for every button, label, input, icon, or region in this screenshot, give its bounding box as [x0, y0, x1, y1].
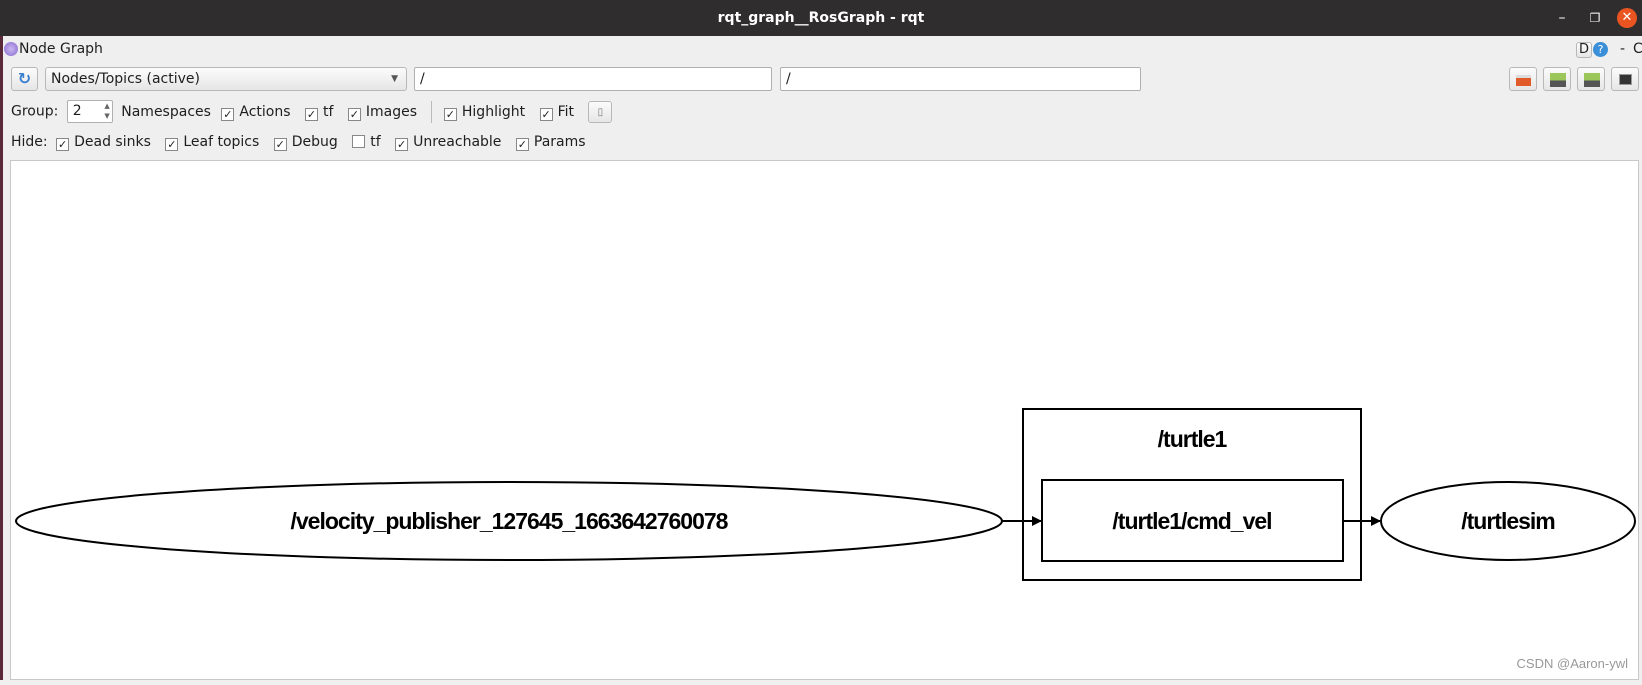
group-label: Group: [11, 103, 59, 120]
options-row: Group: 2 ▲ ▼ Namespaces ✓ Actions ✓ tf ✓ Imag… [11, 100, 613, 123]
help-icon[interactable]: ? [1593, 42, 1608, 57]
topic-cmd-vel[interactable]: /turtle1/cmd_vel [1041, 479, 1344, 562]
fit-in-view-button[interactable]: ▯ [588, 100, 613, 123]
window-title-bar: rqt_graph__RosGraph - rqt [0, 0, 1642, 36]
checkbox-empty[interactable] [352, 135, 366, 148]
window-title: rqt_graph__RosGraph - rqt [717, 10, 925, 26]
checkbox-label: Debug [291, 134, 338, 150]
node-velocity-publisher[interactable]: /velocity_publisher_127645_1663642760078 [15, 481, 1003, 561]
checkbox-hide-tf[interactable]: tf [352, 134, 381, 150]
checkbox-actions[interactable]: ✓ Actions [221, 103, 291, 121]
namespace-label: /turtle1 [1158, 426, 1228, 452]
check-icon[interactable]: ✓ [443, 107, 457, 121]
checkbox-highlight[interactable]: ✓ Highlight [443, 103, 526, 121]
checkbox-label: Dead sinks [74, 134, 151, 150]
refresh-button[interactable]: ↻ [11, 67, 38, 91]
checkbox-label: Leaf topics [183, 134, 260, 150]
check-icon[interactable]: ✓ [304, 107, 318, 121]
close-plugin-button[interactable]: C [1633, 40, 1642, 58]
spin-arrows-icon[interactable]: ▲ ▼ [104, 101, 109, 121]
checkbox-unreachable[interactable]: ✓ Unreachable [395, 134, 502, 151]
checkbox-label: tf [322, 103, 334, 120]
checkbox-label: Actions [239, 103, 291, 120]
namespaces-label: Namespaces [121, 103, 211, 120]
check-icon[interactable]: ✓ [395, 138, 409, 151]
node-filter-input[interactable]: / [414, 67, 772, 91]
node-turtlesim[interactable]: /turtlesim [1380, 481, 1636, 561]
minimize-plugin-button[interactable]: - [1620, 40, 1625, 58]
view-mode-select[interactable]: Nodes/Topics (active) ▼ [45, 67, 407, 91]
plugin-icon [4, 42, 18, 56]
checkbox-images[interactable]: ✓ Images [347, 103, 417, 121]
screenshot-button[interactable] [1611, 67, 1639, 91]
checkbox-label: Highlight [461, 103, 526, 120]
refresh-icon: ↻ [17, 69, 32, 88]
window-border [0, 36, 3, 680]
checkbox-tf[interactable]: ✓ tf [304, 103, 334, 121]
check-icon[interactable]: ✓ [273, 138, 287, 151]
topic-label: /turtle1/cmd_vel [1112, 508, 1271, 534]
separator [431, 100, 433, 123]
dock-button[interactable]: D [1576, 42, 1592, 58]
checkbox-label: Params [533, 134, 586, 150]
check-icon[interactable]: ✓ [347, 107, 361, 121]
screenshot-icon [1619, 74, 1632, 85]
hide-row: Hide: ✓ Dead sinks ✓ Leaf topics ✓ Debug tf… [11, 131, 596, 153]
minimize-button[interactable]: – [1547, 0, 1577, 36]
hide-label: Hide: [11, 134, 48, 150]
open-folder-icon [1516, 75, 1531, 86]
watermark: CSDN @Aaron-ywl [1516, 656, 1628, 671]
checkbox-label: Unreachable [413, 134, 502, 150]
checkbox-label: tf [370, 134, 381, 150]
checkbox-fit[interactable]: ✓ Fit [539, 103, 574, 121]
namespace-turtle1[interactable]: /turtle1 [1022, 408, 1362, 581]
chevron-down-icon: ▼ [391, 74, 398, 84]
load-dot-button[interactable] [1509, 67, 1537, 91]
group-spinbox[interactable]: 2 ▲ ▼ [66, 100, 113, 123]
save-dot-button[interactable] [1543, 67, 1571, 91]
close-button[interactable]: ✕ [1617, 8, 1637, 28]
topic-filter-input[interactable]: / [780, 67, 1141, 91]
node-label: /velocity_publisher_127645_1663642760078 [291, 508, 729, 534]
plugin-title: Node Graph [19, 41, 103, 57]
view-mode-value: Nodes/Topics (active) [51, 71, 200, 87]
group-value: 2 [72, 103, 82, 119]
check-icon[interactable]: ✓ [515, 138, 529, 151]
restore-button[interactable]: ❐ [1580, 0, 1610, 36]
check-icon[interactable]: ✓ [165, 138, 179, 151]
checkbox-label: Fit [557, 103, 574, 120]
save-dot-icon [1550, 73, 1566, 87]
save-image-button[interactable] [1577, 67, 1605, 91]
checkbox-label: Images [365, 103, 417, 120]
check-icon[interactable]: ✓ [539, 107, 553, 121]
save-image-icon [1584, 73, 1600, 87]
node-label: /turtlesim [1461, 508, 1555, 534]
graph-canvas[interactable]: /velocity_publisher_127645_1663642760078… [10, 160, 1639, 680]
fit-icon: ▯ [597, 106, 604, 118]
checkbox-debug[interactable]: ✓ Debug [273, 134, 338, 151]
check-icon[interactable]: ✓ [221, 107, 235, 121]
check-icon[interactable]: ✓ [56, 138, 70, 151]
checkbox-leaf-topics[interactable]: ✓ Leaf topics [165, 134, 260, 151]
checkbox-dead-sinks[interactable]: ✓ Dead sinks [56, 134, 151, 151]
checkbox-params[interactable]: ✓ Params [515, 134, 586, 151]
